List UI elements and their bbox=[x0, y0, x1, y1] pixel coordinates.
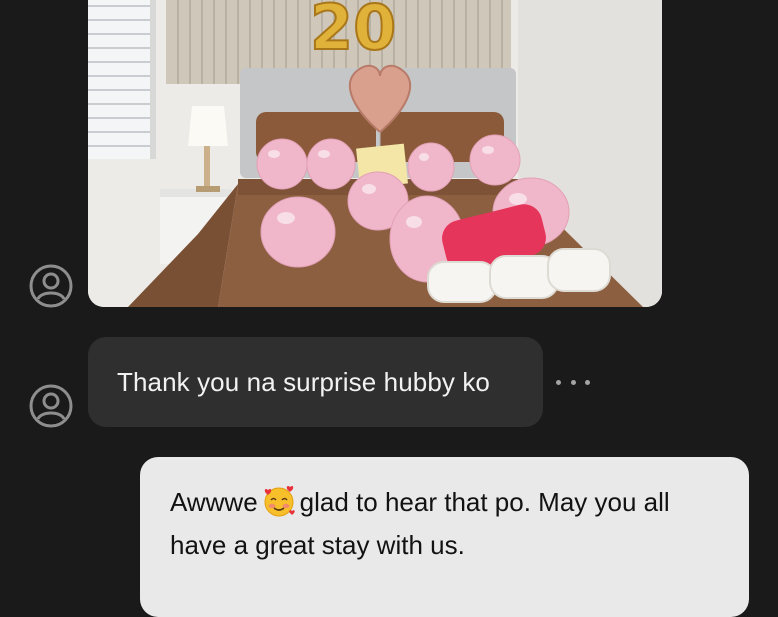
outgoing-text-part2: glad to hear that po. May you all bbox=[299, 487, 670, 517]
bedroom-photo: 20 bbox=[88, 0, 662, 307]
outgoing-text-line2: have a great stay with us. bbox=[170, 530, 465, 560]
incoming-message-bubble[interactable]: Thank you na surprise hubby ko bbox=[88, 337, 543, 427]
user-circle-icon bbox=[29, 384, 73, 428]
outgoing-text-part1: Awwwe bbox=[170, 487, 258, 517]
avatar-photo-message[interactable] bbox=[29, 264, 73, 308]
avatar-text-message[interactable] bbox=[29, 384, 73, 428]
incoming-message-text: Thank you na surprise hubby ko bbox=[117, 366, 490, 397]
image-message[interactable]: 20 bbox=[88, 0, 662, 307]
balloon-number: 20 bbox=[310, 0, 396, 64]
user-circle-icon bbox=[29, 264, 73, 308]
outgoing-message-bubble[interactable]: Awwwe glad to hear that po. May you all … bbox=[140, 457, 749, 617]
smiling-face-with-hearts-emoji bbox=[262, 484, 296, 518]
more-horizontal-icon[interactable] bbox=[556, 370, 590, 394]
